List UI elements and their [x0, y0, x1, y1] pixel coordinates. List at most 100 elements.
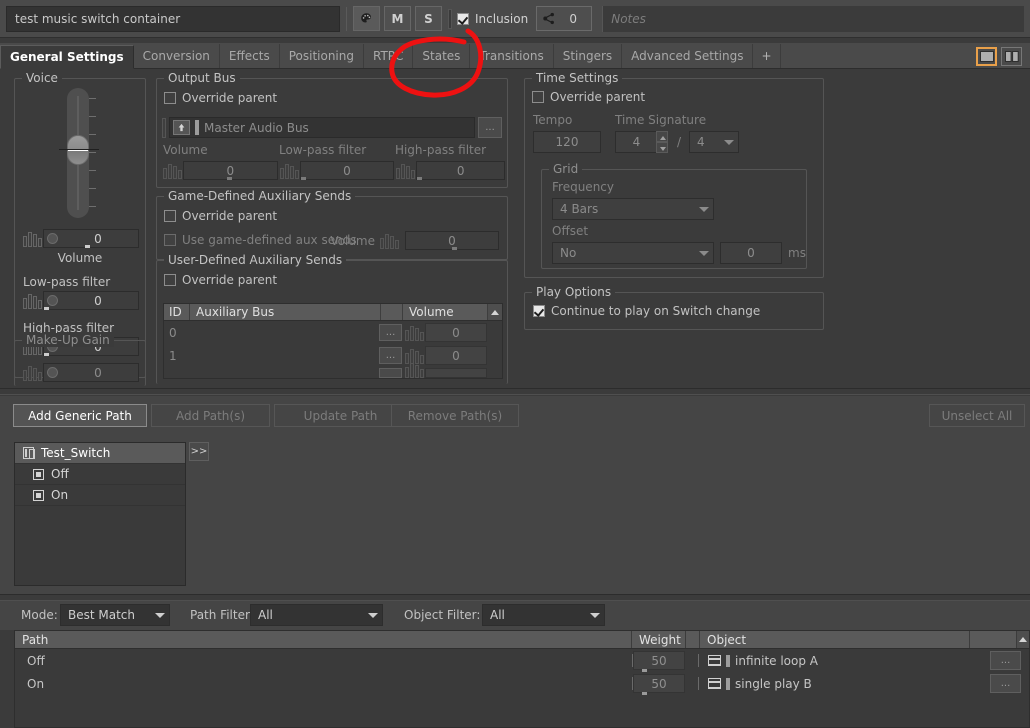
object-browse-button[interactable]: ... — [990, 651, 1021, 670]
volume-knob-icon[interactable] — [47, 233, 58, 244]
user-aux-col-blank — [381, 304, 403, 320]
time-settings-group: Time Settings Override parent Tempo Time… — [524, 71, 824, 278]
split-pane-icon[interactable] — [1001, 47, 1022, 66]
object-cell[interactable]: infinite loop A — [699, 654, 990, 668]
tab-add-button[interactable]: + — [753, 44, 781, 68]
output-bus-override-label: Override parent — [182, 91, 278, 105]
play-options-group: Play Options Continue to play on Switch … — [524, 285, 824, 330]
switch-tree[interactable]: Test_Switch Off On — [14, 442, 186, 586]
share-icon — [543, 12, 555, 25]
tab-general-settings[interactable]: General Settings — [0, 45, 134, 69]
inclusion-checkbox[interactable] — [457, 12, 469, 25]
game-defined-aux-sends-group: Game-Defined Auxiliary Sends Override pa… — [156, 189, 508, 260]
output-bus-override-checkbox[interactable] — [164, 92, 176, 104]
header-divider — [346, 6, 347, 31]
palette-icon[interactable] — [353, 6, 380, 31]
notes-input[interactable]: Notes — [602, 5, 1024, 32]
tab-advanced-settings[interactable]: Advanced Settings — [622, 44, 754, 68]
game-aux-override-checkbox[interactable] — [164, 210, 176, 222]
update-path-button[interactable]: Update Path — [274, 404, 407, 427]
voice-lowpass-value: 0 — [94, 293, 102, 308]
continue-play-checkbox[interactable] — [533, 305, 545, 317]
unselect-all-button[interactable]: Unselect All — [929, 404, 1025, 427]
table-row[interactable]: 0 ... 0 — [164, 321, 502, 344]
voice-fader[interactable] — [59, 88, 99, 220]
output-bus-browse-button[interactable]: ... — [478, 117, 502, 138]
tab-positioning[interactable]: Positioning — [280, 44, 364, 68]
continue-play-row[interactable]: Continue to play on Switch change — [533, 304, 760, 318]
lowpass-randomizer-icon[interactable] — [23, 292, 42, 309]
lowpass-knob-icon[interactable] — [47, 295, 58, 306]
remove-paths-button[interactable]: Remove Path(s) — [391, 404, 519, 427]
tab-stingers[interactable]: Stingers — [554, 44, 623, 68]
user-aux-row-volume-partial — [425, 368, 487, 378]
tab-transitions[interactable]: Transitions — [470, 44, 554, 68]
tree-item-label: On — [51, 488, 69, 502]
tab-conversion[interactable]: Conversion — [134, 44, 220, 68]
path-grid-col-gap — [686, 631, 700, 648]
path-grid-scroll-up-icon[interactable] — [1016, 631, 1029, 648]
tree-item-on[interactable]: On — [15, 485, 185, 506]
tab-rtpc[interactable]: RTPC — [364, 44, 414, 68]
user-aux-override-label: Override parent — [182, 273, 278, 287]
object-name-input[interactable]: test music switch container — [6, 5, 340, 32]
splitter-top[interactable] — [0, 388, 1030, 395]
user-aux-row-browse-button[interactable]: ... — [379, 347, 402, 364]
makeup-randomizer-icon — [23, 364, 42, 381]
signature-denominator-combo: 4 — [689, 131, 739, 153]
user-aux-row-browse-button[interactable]: ... — [379, 324, 402, 341]
output-bus-field[interactable]: Master Audio Bus — [169, 117, 475, 138]
voice-volume-field[interactable]: 0 — [43, 229, 139, 248]
path-filter-combo[interactable]: All — [250, 604, 383, 626]
add-paths-button[interactable]: Add Path(s) — [151, 404, 270, 427]
path-cell: Off — [27, 653, 45, 668]
switch-tree-area: Test_Switch Off On >> — [0, 434, 1030, 594]
expand-tree-button[interactable]: >> — [189, 442, 209, 461]
user-aux-scroll-up-icon[interactable] — [487, 304, 502, 320]
tree-item-test-switch[interactable]: Test_Switch — [15, 443, 185, 464]
share-set-button[interactable]: 0 — [536, 6, 593, 31]
path-filter-value: All — [258, 608, 273, 622]
solo-button[interactable]: S — [415, 6, 442, 31]
path-grid-col-object[interactable]: Object — [700, 631, 970, 648]
mode-combo[interactable]: Best Match — [60, 604, 170, 626]
table-row-partial — [164, 363, 502, 378]
splitter-bottom[interactable] — [0, 594, 1030, 601]
weight-cell[interactable]: 50 — [633, 674, 685, 695]
weight-cell[interactable]: 50 — [633, 651, 685, 672]
voice-legend: Voice — [22, 71, 62, 85]
object-browse-button[interactable]: ... — [990, 674, 1021, 693]
user-aux-row-volume[interactable]: 0 — [425, 323, 487, 342]
path-grid-body: Off 50 infinite loop A ... On 50 single … — [14, 649, 1030, 728]
voice-lowpass-field[interactable]: 0 — [43, 291, 139, 310]
tree-item-off[interactable]: Off — [15, 464, 185, 485]
user-aux-override-row[interactable]: Override parent — [164, 273, 277, 287]
bus-parent-icon — [173, 120, 190, 135]
volume-randomizer-icon[interactable] — [23, 230, 42, 247]
user-aux-row-browse-button-partial[interactable] — [379, 368, 402, 378]
user-aux-override-checkbox[interactable] — [164, 274, 176, 286]
signature-denominator-value: 4 — [697, 135, 705, 149]
path-grid-col-path[interactable]: Path — [15, 631, 632, 648]
bus-color-swatch — [195, 120, 199, 135]
offset-combo: No — [552, 242, 714, 264]
path-grid-col-weight[interactable]: Weight — [632, 631, 686, 648]
time-settings-override-row[interactable]: Override parent — [532, 90, 645, 104]
object-filter-combo[interactable]: All — [482, 604, 605, 626]
output-bus-override-row[interactable]: Override parent — [164, 91, 277, 105]
object-cell[interactable]: single play B — [699, 677, 990, 691]
user-aux-row-volume[interactable]: 0 — [425, 346, 487, 365]
add-generic-path-button[interactable]: Add Generic Path — [13, 404, 147, 427]
table-row[interactable]: Off 50 infinite loop A ... — [15, 649, 1029, 672]
grid-group: Grid Frequency 4 Bars Offset No 0 ms — [541, 162, 807, 269]
game-aux-override-row[interactable]: Override parent — [164, 209, 277, 223]
filter-bar: Mode: Best Match Path Filter: All Object… — [0, 601, 1030, 630]
tab-states[interactable]: States — [413, 44, 471, 68]
tab-effects[interactable]: Effects — [220, 44, 280, 68]
time-settings-override-checkbox[interactable] — [532, 91, 544, 103]
user-aux-row-randomizer-icon — [405, 324, 424, 341]
table-row[interactable]: On 50 single play B ... — [15, 672, 1029, 695]
mute-button[interactable]: M — [384, 6, 411, 31]
table-row[interactable]: 1 ... 0 — [164, 344, 502, 367]
single-pane-icon[interactable] — [976, 47, 997, 66]
